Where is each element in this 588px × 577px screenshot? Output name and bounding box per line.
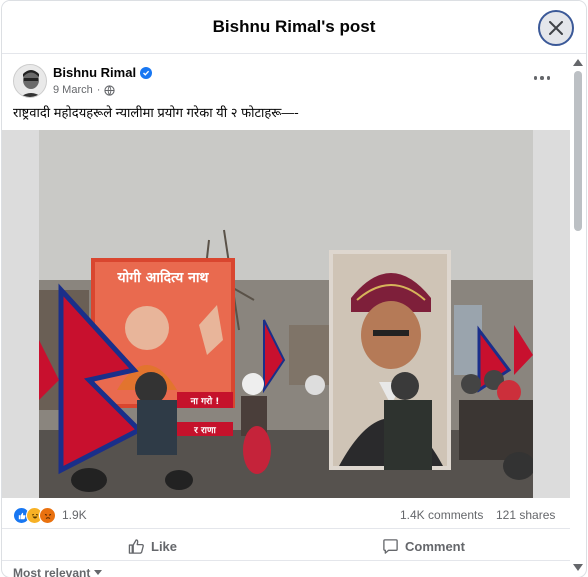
close-icon [549,21,563,35]
author-name-text[interactable]: Bishnu Rimal [53,65,136,80]
more-options-button[interactable] [528,68,556,88]
angry-icon [39,507,56,524]
post-meta: 9 March · [53,84,116,96]
shares-count[interactable]: 121 shares [496,508,555,522]
post-actions: Like Comment [2,532,570,561]
like-button[interactable]: Like [128,532,177,560]
left-banner-title: योगी आदित्य नाथ [117,269,210,286]
like-label: Like [151,538,178,554]
scrollbar-thumb[interactable] [574,71,582,231]
comments-count[interactable]: 1.4K comments [400,508,483,522]
chevron-down-icon [94,570,103,575]
comment-button[interactable]: Comment [382,532,465,560]
scroll-up-arrow-icon[interactable] [573,59,583,66]
left-banner-bottom-1: ना गरो ! [190,395,220,407]
comment-label: Comment [405,538,465,554]
sort-label: Most relevant [13,566,91,577]
comment-icon [383,538,398,554]
verified-badge-icon [140,66,153,79]
post-date[interactable]: 9 March [53,84,93,96]
comment-sort-dropdown[interactable]: Most relevant [13,566,103,577]
post-modal: Bishnu Rimal's post Bishnu Rimal 9 March… [2,1,586,577]
post-content: Bishnu Rimal 9 March · राष्ट्रवादी महोदय… [2,54,570,577]
close-button[interactable] [538,10,574,46]
author-name[interactable]: Bishnu Rimal [53,65,153,80]
scroll-down-arrow-icon[interactable] [573,564,583,571]
reactions-bar: 1.9K 1.4K comments 121 shares [2,502,570,529]
thumbs-up-icon [128,538,144,554]
reactions-count[interactable]: 1.9K [62,508,87,522]
modal-title: Bishnu Rimal's post [212,17,376,36]
reaction-icons[interactable] [13,507,56,524]
post-header: Bishnu Rimal 9 March · राष्ट्रवादी महोदय… [2,54,570,134]
globe-icon [104,84,116,96]
rally-photo: योगी आदित्य नाथ ना गरो ! र राणा [39,130,533,498]
left-banner-bottom-2: र राणा [193,426,216,436]
post-text: राष्ट्रवादी महोदयहरूले न्यालीमा प्रयोग ग… [13,105,299,120]
scrollbar[interactable] [572,59,584,571]
modal-header: Bishnu Rimal's post [2,1,586,54]
avatar[interactable] [13,64,47,98]
post-photo[interactable]: योगी आदित्य नाथ ना गरो ! र राणा [2,130,570,498]
more-dot-icon [533,76,538,80]
